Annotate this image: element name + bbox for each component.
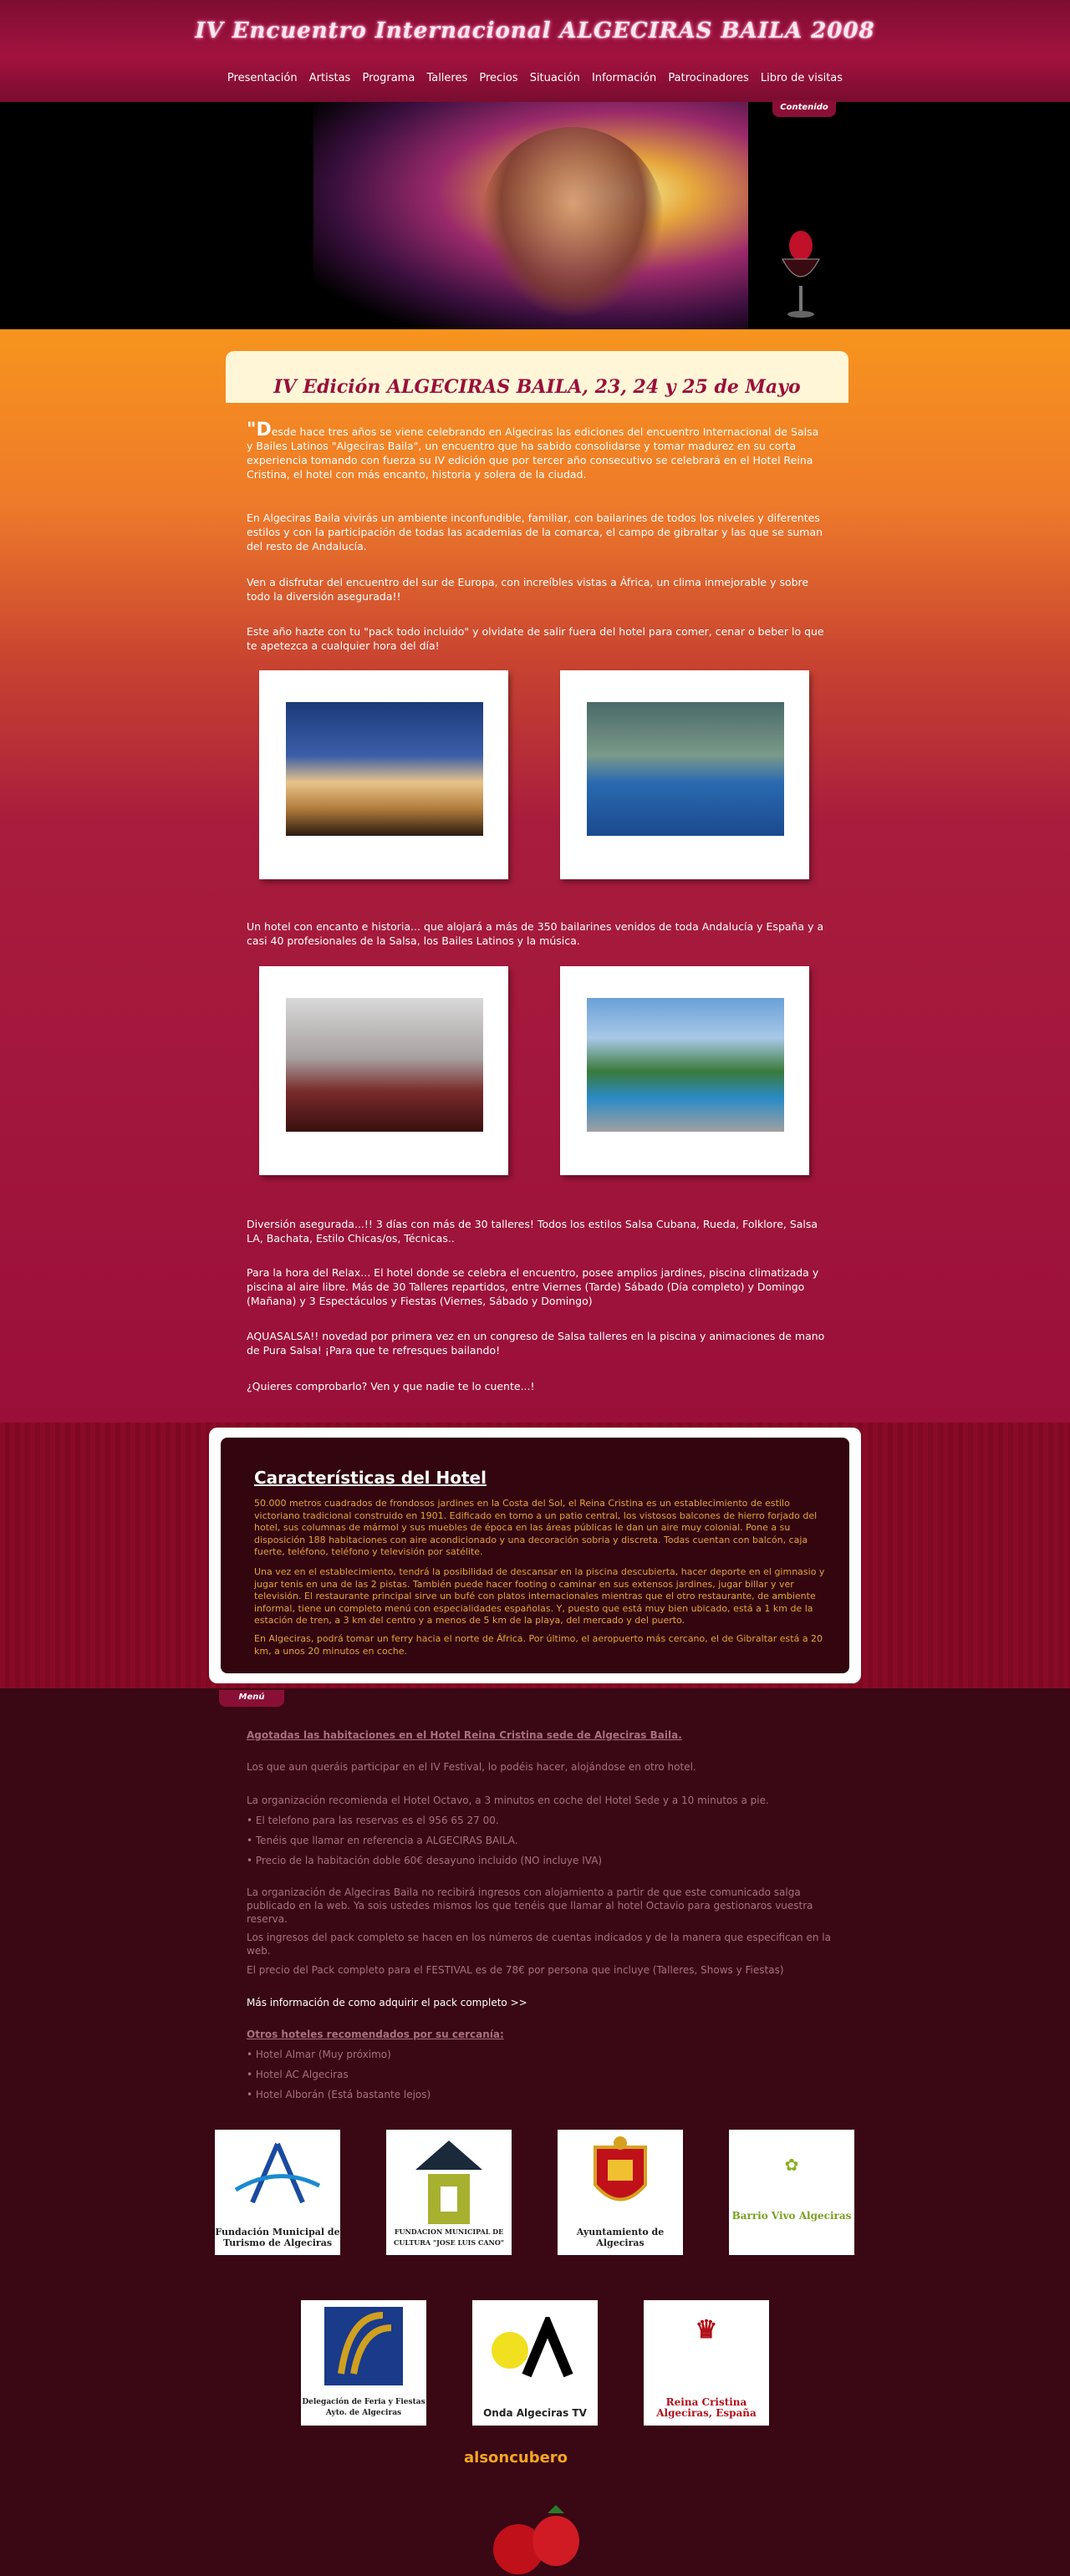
dancers-image — [313, 102, 748, 329]
nav-situacion[interactable]: Situación — [530, 72, 580, 84]
alsoncubero-brand[interactable]: alsoncubero — [464, 2449, 606, 2482]
rooms-sold-out-notice: Agotadas las habitaciones en el Hotel Re… — [247, 1729, 682, 1741]
barrio-vivo-logo-icon: ✿ — [784, 2155, 799, 2175]
paragraph-aquasalsa: AQUASALSA!! novedad por primera vez en u… — [247, 1330, 825, 1357]
menu-text-ingresos: Los ingresos del pack completo se hacen … — [247, 1932, 831, 1957]
hotel-ac-algeciras: • Hotel AC Algeciras — [247, 2069, 349, 2080]
cultura-logo-icon — [415, 2141, 482, 2224]
photo-outdoor-pool — [560, 966, 809, 1175]
characteristics-paragraph-1: 50.000 metros cuadrados de frondosos jar… — [254, 1498, 818, 1557]
paragraph-comprobarlo: ¿Quieres comprobarlo? Ven y que nadie te… — [247, 1380, 535, 1392]
outdoor-pool-image — [587, 998, 784, 1132]
menu-text-organizacion: La organización de Algeciras Baila no re… — [247, 1886, 813, 1925]
nav-libro-visitas[interactable]: Libro de visitas — [761, 72, 843, 84]
sponsor-onda-algeciras[interactable]: Onda Algeciras TV — [472, 2300, 598, 2426]
more-info-pack-link[interactable]: Más información de como adquirir el pack… — [247, 1996, 832, 2009]
paragraph-ambiente: En Algeciras Baila vivirás un ambiente i… — [247, 512, 823, 552]
contenido-tab[interactable]: Contenido — [772, 100, 836, 117]
main-nav: Presentación Artistas Programa Talleres … — [0, 72, 1070, 84]
nav-patrocinadores[interactable]: Patrocinadores — [668, 72, 748, 84]
paragraph-diversion: Diversión asegurada...!! 3 días con más … — [247, 1218, 818, 1245]
hero-banner — [0, 102, 1070, 329]
nav-artistas[interactable]: Artistas — [309, 72, 351, 84]
menu-text-participar: Los que aun queráis participar en el IV … — [247, 1761, 696, 1773]
intro-paragraph: "Desde hace tres años se viene celebrand… — [247, 420, 819, 481]
hotel-almar: • Hotel Almar (Muy próximo) — [247, 2049, 391, 2060]
sponsor-turismo-algeciras[interactable]: Fundación Municipal de Turismo de Algeci… — [215, 2130, 340, 2255]
dancer-figure — [481, 127, 665, 319]
onda-logo-icon — [492, 2317, 573, 2378]
nav-informacion[interactable]: Información — [592, 72, 656, 84]
dance-hall-image — [286, 998, 483, 1132]
indoor-pool-image — [587, 702, 784, 836]
nav-presentacion[interactable]: Presentación — [227, 72, 298, 84]
nav-precios[interactable]: Precios — [479, 72, 517, 84]
paragraph-relax: Para la hora del Relax... El hotel donde… — [247, 1266, 819, 1307]
menu-text-referencia: • Tenéis que llamar en referencia a ALGE… — [247, 1835, 518, 1846]
turismo-logo-icon — [234, 2142, 321, 2204]
sponsor-fundacion-cultura[interactable]: FUNDACION MUNICIPAL DE CULTURA "JOSE LUI… — [386, 2130, 512, 2255]
hotel-facade-image — [286, 702, 483, 836]
characteristics-paragraph-3: En Algeciras, podrá tomar un ferry hacia… — [254, 1633, 823, 1657]
sponsor-reina-cristina[interactable]: ♛ Reina Cristina Algeciras, España — [644, 2300, 769, 2426]
paragraph-hotel-encanto: Un hotel con encanto e historia... que a… — [247, 920, 824, 947]
photo-dance-hall — [259, 966, 508, 1175]
menu-text-telefono: • El telefono para las reservas es el 95… — [247, 1815, 499, 1826]
paragraph-pack: Este año hazte con tu "pack todo incluid… — [247, 625, 824, 652]
page-title: IV Edición ALGECIRAS BAILA, 23, 24 y 25 … — [273, 376, 801, 398]
site-header — [0, 0, 1070, 102]
reina-cristina-logo-icon: ♛ — [695, 2315, 718, 2344]
photo-indoor-pool — [560, 670, 809, 879]
site-title: IV Encuentro Internacional ALGECIRAS BAI… — [195, 18, 875, 43]
ayuntamiento-crest-icon — [594, 2136, 647, 2202]
paragraph-encuentro: Ven a disfrutar del encuentro del sur de… — [247, 576, 809, 603]
menu-text-recomienda: La organización recomienda el Hotel Octa… — [247, 1795, 769, 1806]
strawberry-glass-icon — [782, 231, 820, 318]
characteristics-title: Características del Hotel — [254, 1468, 487, 1488]
menu-text-precio-pack: El precio del Pack completo para el FEST… — [247, 1964, 784, 1976]
photo-hotel-facade — [259, 670, 508, 879]
menu-tab[interactable]: Menú — [219, 1690, 284, 1707]
menu-text-precio-habitacion: • Precio de la habitación doble 60€ desa… — [247, 1855, 603, 1866]
sponsor-feria-fiestas[interactable]: Delegación de Feria y Fiestas Ayto. de A… — [301, 2300, 426, 2426]
hotel-alboran: • Hotel Alborán (Está bastante lejos) — [247, 2089, 431, 2100]
other-hotels-heading: Otros hoteles recomendados por su cercan… — [247, 2029, 504, 2040]
main-content — [0, 329, 1070, 1423]
feria-logo-icon — [324, 2307, 403, 2385]
sponsor-barrio-vivo[interactable]: ✿ Barrio Vivo Algeciras — [729, 2130, 854, 2255]
characteristics-paragraph-2: Una vez en el establecimiento, tendrá la… — [254, 1566, 825, 1626]
nav-programa[interactable]: Programa — [362, 72, 415, 84]
strawberries-icon — [493, 2505, 579, 2574]
nav-talleres[interactable]: Talleres — [426, 72, 467, 84]
sponsor-ayuntamiento[interactable]: Ayuntamiento de Algeciras — [558, 2130, 683, 2255]
